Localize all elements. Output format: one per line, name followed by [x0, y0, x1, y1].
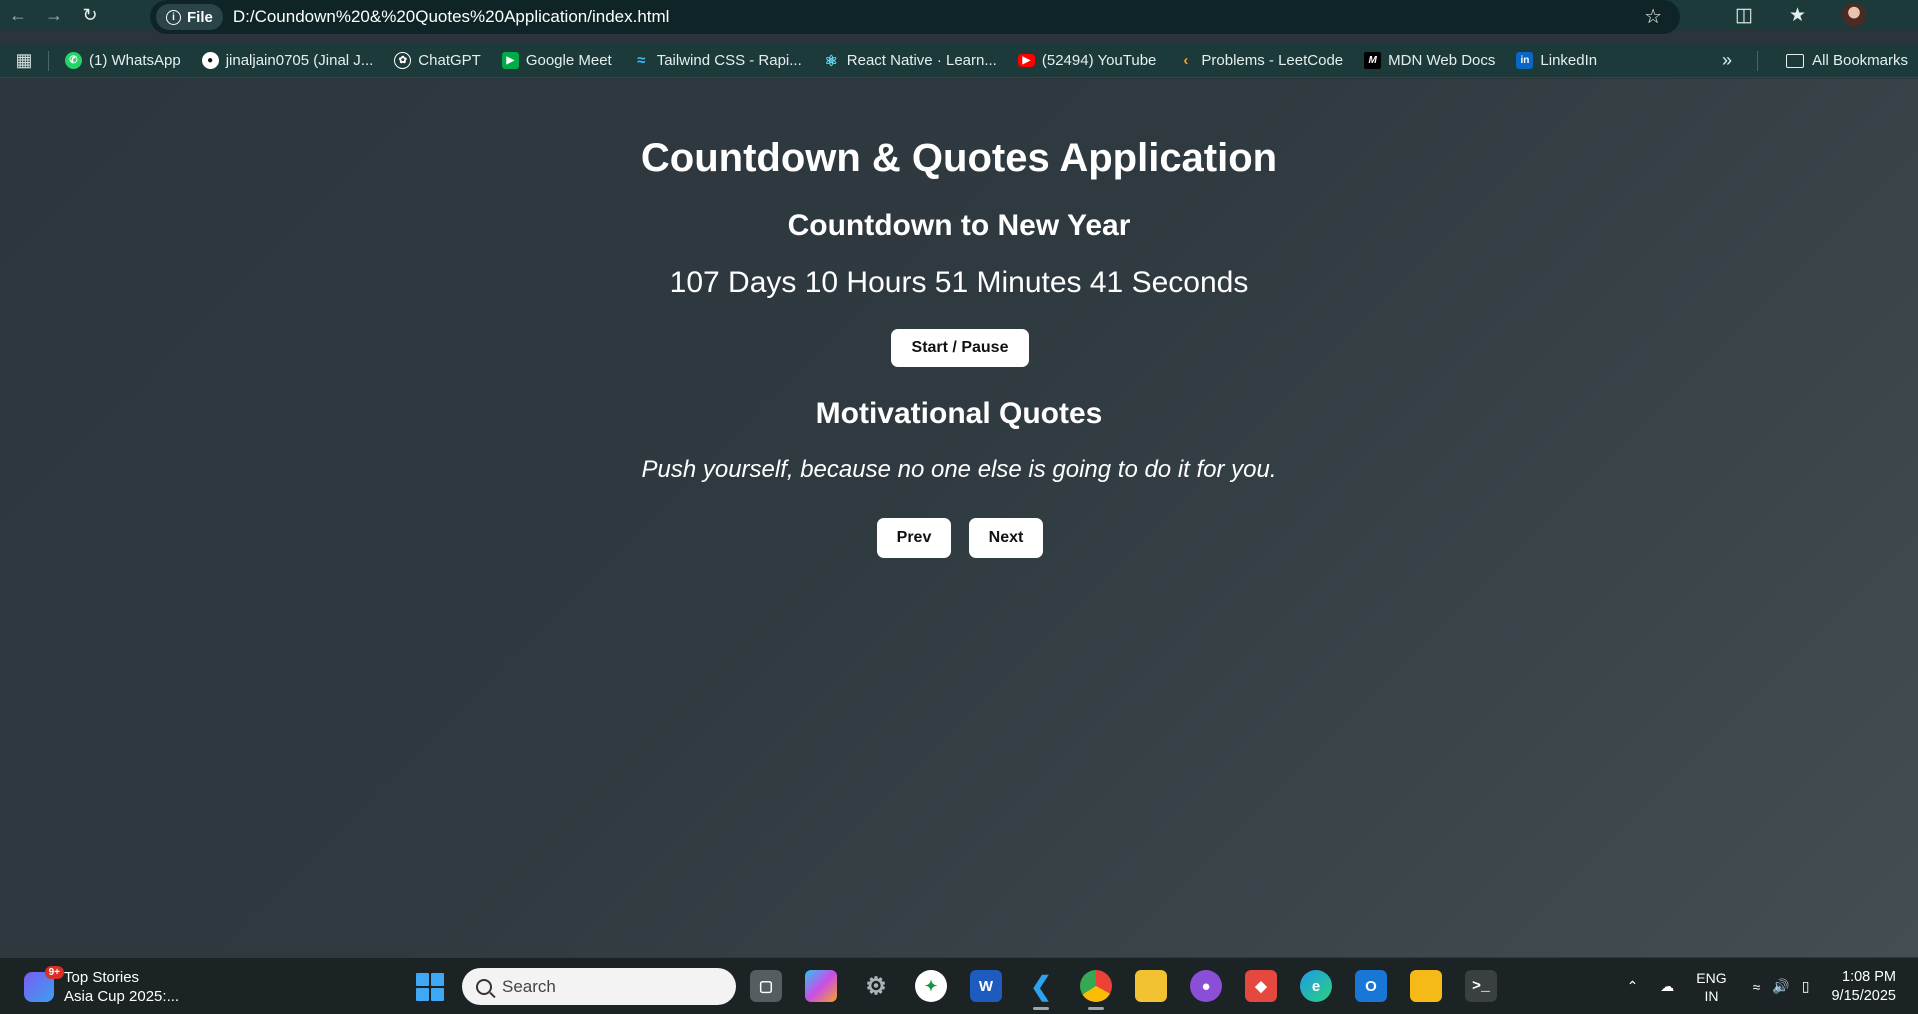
- clock-date: 9/15/2025: [1831, 987, 1896, 1004]
- react-icon: ⚛: [824, 52, 838, 70]
- url-text[interactable]: D:/Coundown%20&%20Quotes%20Application/i…: [233, 7, 670, 27]
- bookmark-linkedin[interactable]: in LinkedIn: [1516, 52, 1597, 69]
- bookmark-leetcode[interactable]: ‹ Problems - LeetCode: [1177, 52, 1343, 69]
- sticky-notes-icon[interactable]: [1410, 970, 1442, 1002]
- browser-actions: ◫ ★: [1735, 0, 1918, 30]
- search-icon: [476, 978, 492, 995]
- reload-icon[interactable]: ↻: [72, 0, 108, 30]
- wifi-icon[interactable]: ≈: [1753, 979, 1761, 995]
- bookmark-label: Problems - LeetCode: [1201, 52, 1344, 69]
- outlook-icon[interactable]: O: [1355, 970, 1387, 1002]
- bookmark-label: (1) WhatsApp: [89, 52, 181, 69]
- address-bar[interactable]: i File D:/Coundown%20&%20Quotes%20Applic…: [150, 0, 1680, 34]
- copilot-icon[interactable]: [805, 970, 837, 1002]
- youtube-icon: ▶: [1017, 54, 1035, 67]
- volume-icon[interactable]: 🔊: [1772, 978, 1789, 995]
- bookmark-whatsapp[interactable]: ✆ (1) WhatsApp: [65, 52, 181, 69]
- clock[interactable]: 1:08 PM 9/15/2025: [1831, 968, 1896, 1006]
- bookmark-label: Tailwind CSS - Rapi...: [656, 52, 802, 69]
- terminal-icon[interactable]: >_: [1465, 970, 1497, 1002]
- chatgpt-icon: ✿: [394, 52, 412, 69]
- profile-avatar[interactable]: [1842, 3, 1866, 27]
- word-icon[interactable]: W: [970, 970, 1002, 1002]
- all-bookmarks-button[interactable]: All Bookmarks: [1786, 52, 1908, 69]
- bookmark-label: LinkedIn: [1540, 52, 1598, 69]
- edge-icon[interactable]: e: [1300, 970, 1332, 1002]
- windows-start-icon[interactable]: [416, 973, 444, 1001]
- clock-time: 1:08 PM: [1842, 968, 1896, 985]
- quote-text: Push yourself, because no one else is go…: [641, 456, 1277, 483]
- quotes-heading: Motivational Quotes: [815, 397, 1103, 430]
- bookmark-react-native[interactable]: ⚛ React Native · Learn...: [823, 52, 997, 70]
- widget-title: Top Stories: [64, 969, 140, 986]
- linkedin-icon: in: [1516, 52, 1534, 69]
- bookmark-chatgpt[interactable]: ✿ ChatGPT: [394, 52, 481, 69]
- task-view-icon[interactable]: ▢: [750, 970, 782, 1002]
- apps-grid-icon[interactable]: ▦: [0, 50, 48, 71]
- leetcode-icon: ‹: [1183, 52, 1189, 69]
- bookmark-label: ChatGPT: [418, 52, 481, 69]
- bookmarks-divider: [48, 50, 49, 71]
- github-icon: ●: [201, 52, 219, 69]
- search-placeholder: Search: [502, 976, 556, 996]
- notification-badge: 9+: [44, 966, 64, 979]
- bookmark-google-meet[interactable]: ▶ Google Meet: [501, 52, 612, 69]
- system-tray: ⌃ ☁ ENG IN ≈ 🔊 ▯ 1:08 PM 9/15/2025: [1627, 958, 1918, 1014]
- file-explorer-icon[interactable]: [1135, 970, 1167, 1002]
- start-pause-button[interactable]: Start / Pause: [891, 329, 1029, 367]
- bookmark-star-icon[interactable]: ☆: [1644, 4, 1662, 29]
- countdown-heading: Countdown to New Year: [787, 209, 1131, 242]
- bookmarks-divider: [1757, 50, 1758, 71]
- bookmark-label: (52494) YouTube: [1041, 52, 1157, 69]
- extensions-icon[interactable]: ◫: [1735, 4, 1753, 27]
- back-arrow-icon[interactable]: ←: [0, 0, 36, 30]
- file-label: File: [187, 8, 213, 26]
- prev-button[interactable]: Prev: [877, 518, 951, 558]
- widgets-icon: 9+: [24, 966, 64, 1002]
- git-icon[interactable]: ◆: [1245, 970, 1277, 1002]
- page-viewport: Countdown & Quotes Application Countdown…: [0, 79, 1918, 957]
- vscode-icon[interactable]: ❮: [1025, 970, 1057, 1010]
- forward-arrow-icon[interactable]: →: [36, 0, 72, 30]
- mdn-icon: M: [1364, 52, 1382, 69]
- bookmark-label: jinaljain0705 (Jinal J...: [225, 52, 374, 69]
- info-icon: i: [166, 9, 181, 25]
- onedrive-cloud-icon[interactable]: ☁: [1660, 978, 1674, 995]
- bookmark-youtube[interactable]: ▶ (52494) YouTube: [1017, 52, 1157, 69]
- chrome-icon[interactable]: [1080, 970, 1112, 1010]
- bookmark-label: Google Meet: [525, 52, 612, 69]
- show-hidden-icons-chevron-icon[interactable]: ⌃: [1627, 978, 1639, 995]
- input-language[interactable]: ENG IN: [1696, 969, 1726, 1005]
- region-code: IN: [1704, 987, 1719, 1004]
- widget-subtitle: Asia Cup 2025:...: [64, 988, 180, 1005]
- language-code: ENG: [1696, 969, 1727, 986]
- bookmark-mdn[interactable]: M MDN Web Docs: [1364, 52, 1495, 69]
- whatsapp-icon: ✆: [65, 52, 82, 69]
- settings-gear-icon[interactable]: ⚙: [860, 970, 892, 1002]
- more-bookmarks-chevron-icon[interactable]: »: [1722, 50, 1732, 71]
- github-desktop-icon[interactable]: ●: [1190, 970, 1222, 1002]
- folder-icon: [1786, 53, 1805, 68]
- news-widget[interactable]: 9+ Top Stories Asia Cup 2025:...: [24, 966, 180, 1006]
- countdown-display: 107 Days 10 Hours 51 Minutes 41 Seconds: [669, 266, 1249, 299]
- mongodb-icon[interactable]: ✦: [915, 970, 947, 1002]
- bookmarks-bar: ▦ ✆ (1) WhatsApp ● jinaljain0705 (Jinal …: [0, 44, 1918, 78]
- bookmark-label: MDN Web Docs: [1388, 52, 1496, 69]
- taskbar: 9+ Top Stories Asia Cup 2025:... Search …: [0, 957, 1918, 1014]
- bookmark-label: React Native · Learn...: [846, 52, 997, 69]
- site-info-chip[interactable]: i File: [156, 4, 223, 30]
- page-title: Countdown & Quotes Application: [640, 136, 1278, 180]
- bookmarks-star-icon[interactable]: ★: [1789, 4, 1806, 27]
- battery-icon[interactable]: ▯: [1802, 978, 1810, 995]
- bookmark-github[interactable]: ● jinaljain0705 (Jinal J...: [201, 52, 374, 69]
- next-button[interactable]: Next: [969, 518, 1043, 558]
- bookmark-tailwind[interactable]: ≈ Tailwind CSS - Rapi...: [633, 52, 802, 69]
- google-meet-icon: ▶: [501, 52, 519, 69]
- tailwind-icon: ≈: [637, 52, 646, 69]
- all-bookmarks-label: All Bookmarks: [1812, 52, 1908, 69]
- taskbar-search[interactable]: Search: [462, 968, 736, 1005]
